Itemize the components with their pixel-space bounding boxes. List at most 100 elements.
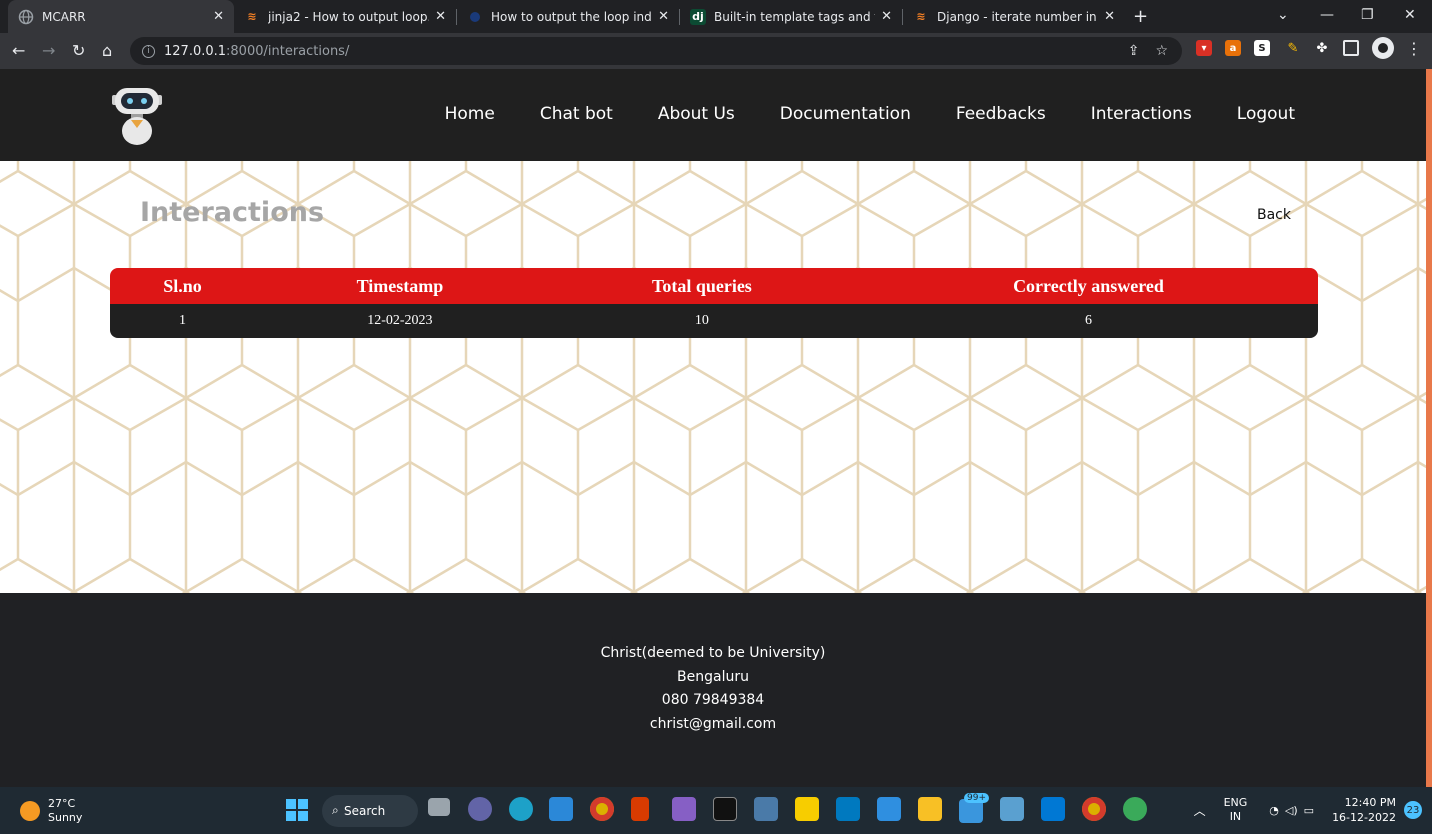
store-icon[interactable]	[549, 797, 573, 821]
lang-code: ENG	[1223, 796, 1248, 809]
system-tray: ︿ ENG IN ◔ ◁) ▭ 12:40 PM 16-12-2022 23	[1194, 795, 1422, 825]
terminal-icon[interactable]	[713, 797, 737, 821]
browser-toolbar: ← → ↻ ⌂ i 127.0.0.1:8000/interactions/ ⇪…	[0, 33, 1432, 69]
footer-phone: 080 79849384	[661, 692, 765, 708]
amazon-extension-icon[interactable]: a	[1225, 40, 1241, 56]
close-window-icon[interactable]: ✕	[1404, 7, 1416, 23]
battery-icon[interactable]: ▭	[1304, 804, 1314, 817]
site-footer: Christ(deemed to be University) Bengalur…	[0, 593, 1426, 787]
footer-institution: Christ(deemed to be University)	[600, 645, 826, 661]
django-icon: dj	[690, 8, 706, 25]
forward-arrow-icon[interactable]: →	[42, 41, 55, 60]
new-tab-button[interactable]: +	[1133, 6, 1148, 27]
site-info-icon[interactable]: i	[142, 44, 155, 58]
volume-icon[interactable]: ◁)	[1285, 804, 1298, 817]
clock[interactable]: 12:40 PM 16-12-2022	[1332, 795, 1396, 825]
language-indicator[interactable]: ENG IN	[1224, 796, 1248, 824]
nav-interactions[interactable]: Interactions	[1091, 104, 1192, 124]
tab-django-iterate[interactable]: ≋ Django - iterate number in for lo ✕	[903, 0, 1125, 33]
chrome-profile-icon[interactable]	[1082, 797, 1106, 821]
windows-taskbar: 27°C Sunny ⌕ Search 99+ ︿ ENG IN ◔ ◁) ▭ …	[0, 787, 1432, 834]
weather-widget[interactable]: 27°C Sunny	[20, 797, 82, 825]
close-tab-icon[interactable]: ✕	[435, 9, 446, 24]
tab-loop-index[interactable]: How to output the loop index fo ✕	[457, 0, 679, 33]
col-header-timestamp: Timestamp	[356, 275, 444, 296]
region-code: IN	[1229, 810, 1242, 823]
table-header-row: Sl.no Timestamp Total queries Correctly …	[110, 268, 1318, 304]
site-icon	[467, 9, 483, 25]
chrome-icon[interactable]	[590, 797, 614, 821]
scrollbar-accent[interactable]	[1426, 69, 1432, 787]
weather-temperature: 27°C	[48, 797, 76, 810]
pocket-extension-icon[interactable]: ▾	[1196, 40, 1212, 56]
close-tab-icon[interactable]: ✕	[1104, 9, 1115, 24]
file-explorer-icon[interactable]	[918, 797, 942, 821]
trello-icon[interactable]	[836, 797, 860, 821]
cell-timestamp: 12-02-2023	[367, 313, 433, 328]
nav-logout[interactable]: Logout	[1237, 104, 1295, 124]
close-tab-icon[interactable]: ✕	[213, 9, 224, 24]
restore-icon[interactable]: ❐	[1361, 7, 1374, 23]
reload-icon[interactable]: ↻	[72, 41, 85, 60]
nav-documentation[interactable]: Documentation	[780, 104, 911, 124]
start-windows-icon[interactable]	[286, 799, 308, 821]
app-green-icon[interactable]	[1123, 797, 1147, 821]
tab-title: jinja2 - How to output loop.coun	[268, 9, 429, 24]
mysql-workbench-icon[interactable]	[754, 797, 778, 821]
chevron-up-icon[interactable]: ︿	[1194, 802, 1206, 819]
cell-total-queries: 10	[694, 313, 709, 328]
back-link[interactable]: Back	[1257, 207, 1291, 223]
wifi-icon[interactable]: ◔	[1269, 804, 1279, 817]
close-tab-icon[interactable]: ✕	[658, 9, 669, 24]
tab-title: Built-in template tags and filters	[714, 9, 875, 24]
robot-logo[interactable]	[112, 84, 164, 146]
main-nav: Home Chat bot About Us Documentation Fee…	[445, 104, 1295, 124]
pen-extension-icon[interactable]: ✎	[1285, 40, 1301, 56]
share-icon[interactable]: ⇪	[1128, 43, 1140, 59]
tab-title: MCARR	[42, 9, 86, 24]
extensions-puzzle-icon[interactable]: ✤	[1314, 40, 1330, 56]
tab-mcarr[interactable]: MCARR ✕	[8, 0, 234, 33]
globe-icon	[18, 9, 34, 25]
taskbar-search[interactable]: ⌕ Search	[322, 795, 418, 827]
office-icon[interactable]	[631, 797, 649, 821]
menu-dots-icon[interactable]: ⋮	[1406, 39, 1422, 58]
home-icon[interactable]: ⌂	[102, 41, 112, 60]
url-path: :8000/interactions/	[226, 43, 350, 59]
search-icon: ⌕	[332, 803, 339, 817]
address-bar[interactable]: i 127.0.0.1:8000/interactions/ ⇪ ☆	[130, 37, 1182, 65]
sun-icon	[20, 801, 40, 821]
side-panel-icon[interactable]	[1343, 40, 1359, 56]
footer-email: christ@gmail.com	[649, 715, 777, 732]
nav-feedbacks[interactable]: Feedbacks	[956, 104, 1046, 124]
tab-django-docs[interactable]: dj Built-in template tags and filters ✕	[680, 0, 902, 33]
minimize-icon[interactable]: —	[1320, 7, 1334, 23]
profile-avatar[interactable]	[1372, 37, 1394, 59]
notification-badge[interactable]: 23	[1404, 801, 1422, 819]
vscode-icon[interactable]	[1041, 797, 1065, 821]
photos-icon[interactable]	[877, 797, 901, 821]
interactions-table: Sl.no Timestamp Total queries Correctly …	[110, 268, 1318, 338]
stackoverflow-icon: ≋	[916, 10, 926, 23]
tab-search-icon[interactable]: ⌄	[1277, 7, 1289, 23]
s-extension-icon[interactable]: S	[1254, 40, 1270, 56]
visual-studio-icon[interactable]	[672, 797, 696, 821]
tab-jinja2[interactable]: ≋ jinja2 - How to output loop.coun ✕	[234, 0, 456, 33]
back-arrow-icon[interactable]: ←	[12, 41, 25, 60]
search-label: Search	[344, 804, 386, 818]
close-tab-icon[interactable]: ✕	[881, 9, 892, 24]
edge-icon[interactable]	[509, 797, 533, 821]
bookmark-star-icon[interactable]: ☆	[1155, 43, 1168, 59]
nav-home[interactable]: Home	[445, 104, 495, 124]
task-view-icon[interactable]	[428, 798, 450, 816]
browser-tabstrip: MCARR ✕ ≋ jinja2 - How to output loop.co…	[0, 0, 1432, 33]
col-header-slno: Sl.no	[163, 275, 202, 296]
main-content: Interactions Back Sl.no Timestamp Total …	[0, 161, 1426, 593]
nav-about-us[interactable]: About Us	[658, 104, 735, 124]
col-header-correctly-answered: Correctly answered	[1013, 275, 1164, 296]
sticky-notes-icon[interactable]	[795, 797, 819, 821]
tab-title: Django - iterate number in for lo	[937, 9, 1098, 24]
nav-chat-bot[interactable]: Chat bot	[540, 104, 613, 124]
teams-chat-icon[interactable]	[468, 797, 492, 821]
remote-desktop-icon[interactable]	[1000, 797, 1024, 821]
